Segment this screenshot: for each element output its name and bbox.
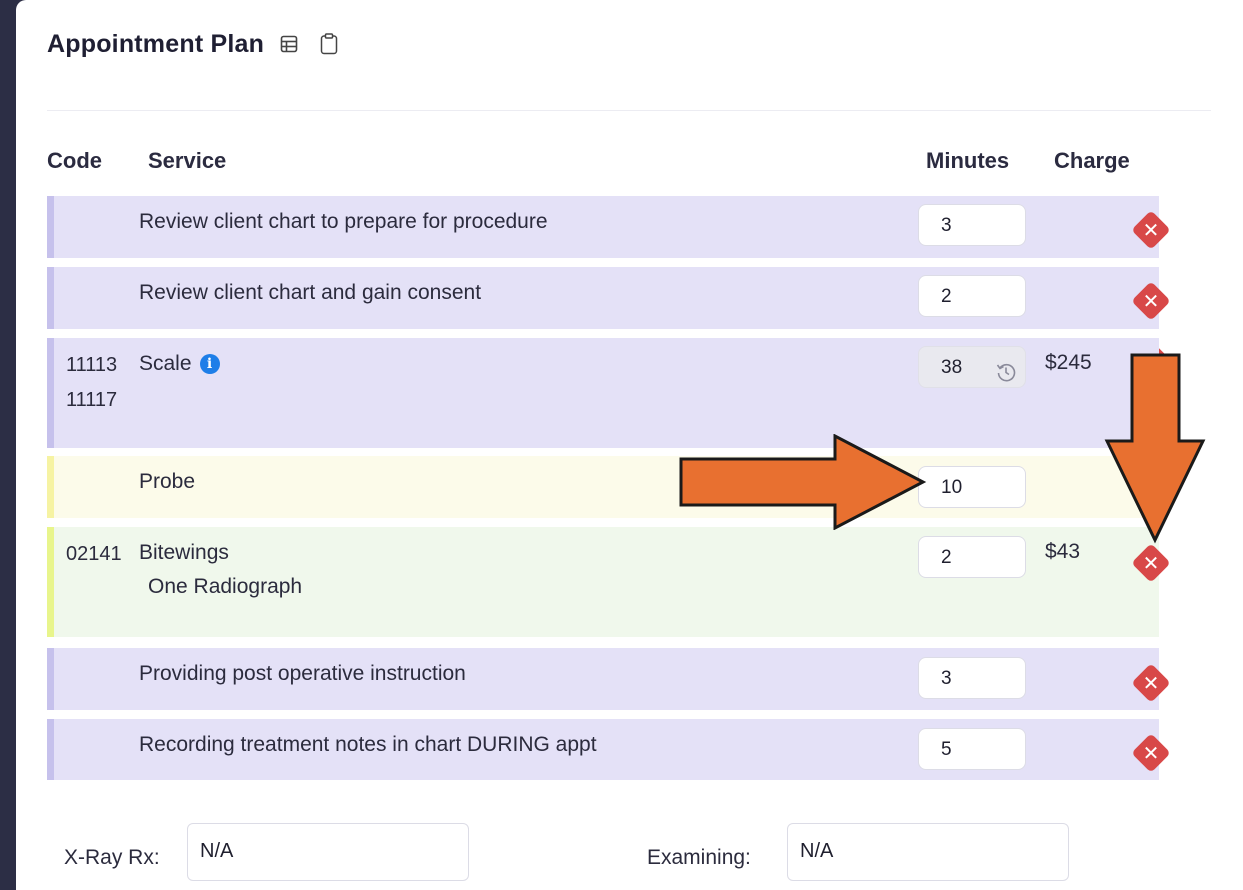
row-indicator [47,648,54,710]
table-row: Review client chart and gain consent 2 [47,267,1159,329]
row-indicator [47,456,54,518]
service-name: Review client chart to prepare for proce… [139,210,548,233]
table-row: 02141 Bitewings One Radiograph 2 $43 [47,527,1159,637]
header-charge: Charge [1054,148,1130,173]
service-name: Review client chart and gain consent [139,281,482,304]
minutes-input[interactable]: 2 [918,275,1026,317]
title-row: Appointment Plan [47,28,338,60]
header-code: Code [47,148,102,173]
row-indicator [47,267,54,329]
minutes-input[interactable]: 5 [918,728,1026,770]
examining-input[interactable]: N/A [787,823,1069,881]
table-icon[interactable] [280,35,298,53]
row-indicator [47,196,54,258]
service-name: Recording treatment notes in chart DURIN… [139,733,597,756]
divider [47,110,1211,111]
header-minutes: Minutes [926,148,1010,173]
examining-label: Examining: [647,846,751,869]
service-name: Probe [139,470,196,493]
charge-value: $43 [1045,540,1081,563]
service-name: Providing post operative instruction [139,662,466,685]
delete-button[interactable]: ✕ [1131,543,1171,583]
delete-icon: ✕ [1142,741,1160,765]
info-icon[interactable]: i [199,354,220,374]
service-name: Scale [139,352,192,375]
page-title: Appointment Plan [47,29,265,58]
delete-button[interactable]: ✕ [1131,281,1171,321]
minutes-input[interactable]: 2 [918,536,1026,578]
row-indicator [47,527,54,637]
delete-button[interactable]: ✕ [1131,210,1171,250]
row-indicator [47,338,54,448]
procedure-code: 02141 [66,543,122,565]
service-subtext: One Radiograph [148,575,303,598]
delete-icon: ✕ [1142,671,1160,695]
header-service: Service [148,148,227,173]
clipboard-icon[interactable] [320,33,338,55]
delete-button[interactable]: ✕ [1131,733,1171,773]
delete-icon: ✕ [1142,218,1160,242]
table-row: Review client chart to prepare for proce… [47,196,1159,258]
minutes-input[interactable]: 38 [918,346,1026,388]
table-row: Recording treatment notes in chart DURIN… [47,719,1159,780]
minutes-value: 38 [941,357,963,378]
delete-icon: ✕ [1142,551,1160,575]
down-arrow-annotation [1104,353,1206,544]
table-row: Providing post operative instruction 3 [47,648,1159,710]
delete-button[interactable]: ✕ [1131,663,1171,703]
xray-rx-input[interactable]: N/A [187,823,469,881]
history-icon[interactable] [995,357,1017,399]
charge-value: $245 [1045,351,1092,374]
procedure-code: 11113 [66,354,118,376]
minutes-input[interactable]: 3 [918,204,1026,246]
table-row: Probe 10 [47,456,1159,518]
right-arrow-annotation [679,434,927,530]
delete-icon: ✕ [1142,289,1160,313]
xray-rx-label: X-Ray Rx: [64,846,160,869]
service-name-wrap: Scale i [139,351,220,377]
row-indicator [47,719,54,780]
table-row: 11113 11117 Scale i 38 $245 [47,338,1159,448]
service-name: Bitewings [139,541,229,564]
procedure-code: 11117 [66,389,118,411]
minutes-input[interactable]: 3 [918,657,1026,699]
appointment-plan-panel: Appointment Plan Code Service Minutes Ch… [16,0,1243,890]
